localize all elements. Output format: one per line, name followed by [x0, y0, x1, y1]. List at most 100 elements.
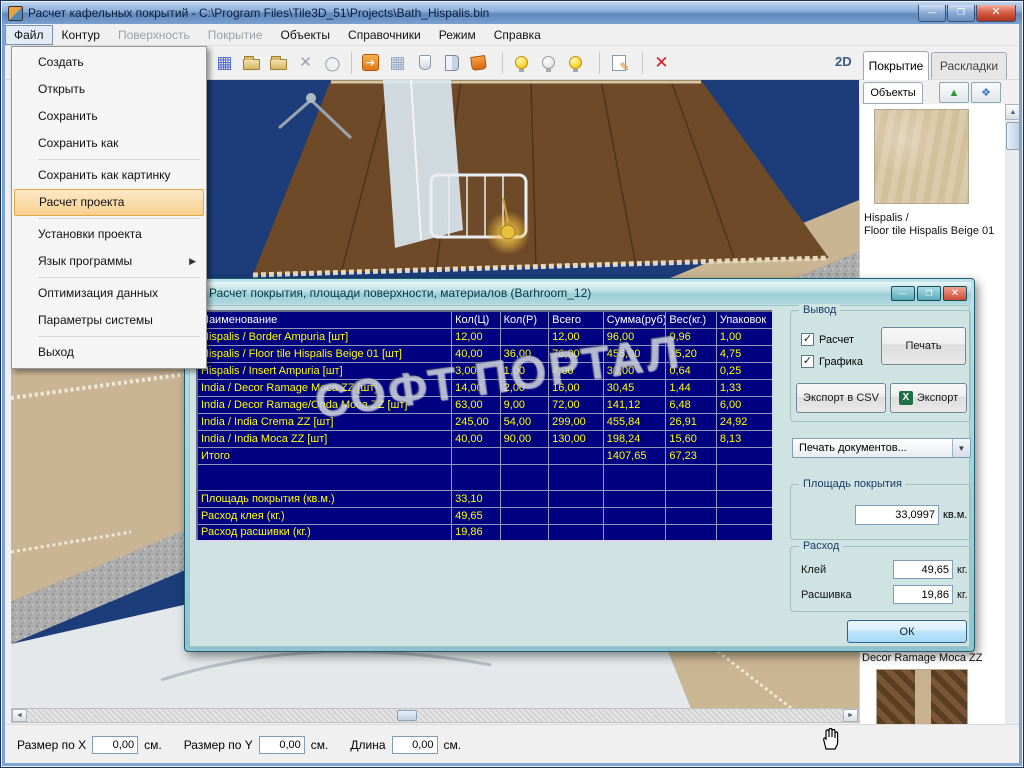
cell-qty-cut: 54,00 — [499, 412, 550, 431]
edit-notes-button[interactable] — [605, 49, 632, 76]
minimize-button[interactable] — [918, 4, 946, 22]
scroll-up-button[interactable]: ▲ — [1005, 104, 1021, 120]
menu-item-project-settings[interactable]: Установки проекта — [14, 221, 204, 248]
delete-button[interactable]: ✕ — [648, 49, 675, 76]
scroll-right-button[interactable]: ► — [843, 709, 858, 722]
menu-item-project-calc[interactable]: Расчет проекта — [14, 189, 204, 216]
size-x-input[interactable] — [92, 736, 139, 754]
menu-item-exit[interactable]: Выход — [14, 339, 204, 366]
menu-mode[interactable]: Режим — [430, 25, 485, 45]
menu-item-data-optimization[interactable]: Оптимизация данных — [14, 280, 204, 307]
table-row[interactable]: India / India Crema ZZ [шт] 245,00 54,00… — [196, 412, 774, 431]
coverage-area-input[interactable] — [855, 505, 939, 525]
menu-item-save[interactable]: Сохранить — [14, 103, 204, 130]
dialog-minimize-button[interactable] — [891, 285, 915, 301]
view-mode-button[interactable]: ❖ — [971, 82, 1001, 103]
export-csv-button[interactable]: Экспорт в CSV — [796, 383, 886, 413]
unit-label: см. — [443, 738, 462, 752]
table-row[interactable]: India / India Moca ZZ [шт] 40,00 90,00 1… — [196, 429, 774, 448]
col-header: Вес(кг.) — [665, 310, 717, 329]
table-row[interactable]: Расход клея (кг.) 49,65 — [196, 506, 774, 525]
table-row[interactable]: India / Decor Ramage/Onda Moca ZZ [шт] 6… — [196, 395, 774, 414]
table-row[interactable]: Hispalis / Floor tile Hispalis Beige 01 … — [196, 344, 774, 363]
menu-file[interactable]: Файл — [5, 24, 53, 45]
table-tool-button[interactable]: ▦ — [384, 49, 411, 76]
dialog-close-button[interactable] — [943, 285, 967, 301]
menu-item-save-as[interactable]: Сохранить как — [14, 130, 204, 157]
scroll-left-button[interactable]: ◄ — [12, 709, 27, 722]
print-button[interactable]: Печать — [881, 327, 966, 365]
horizontal-scrollbar[interactable]: ◄ ► — [11, 708, 859, 723]
tab-covering[interactable]: Покрытие — [863, 51, 929, 80]
view-2d-label[interactable]: 2D — [835, 54, 852, 69]
vscroll-thumb[interactable] — [1006, 122, 1020, 150]
menu-contour[interactable]: Контур — [53, 25, 109, 45]
cell-qty-whole: 49,65 — [451, 506, 501, 525]
export-run-button[interactable] — [357, 49, 384, 76]
pitcher-tool-button[interactable] — [411, 49, 438, 76]
light1-button[interactable] — [508, 49, 535, 76]
checkbox-checked-icon[interactable] — [801, 355, 814, 368]
table-row[interactable]: Hispalis / Insert Ampuria [шт] 3,00 1,00… — [196, 361, 774, 380]
title-bar[interactable]: Расчет кафельных покрытий - C:\Program F… — [2, 2, 1022, 24]
print-documents-combo[interactable]: Печать документов... ▼ — [792, 438, 971, 458]
table-row[interactable]: Hispalis / Border Ampuria [шт] 12,00 12,… — [196, 327, 774, 346]
dialog-title-bar[interactable]: Расчет покрытия, площади поверхности, ма… — [188, 282, 971, 304]
menu-objects[interactable]: Объекты — [272, 25, 340, 45]
unit-label: кг. — [957, 589, 968, 601]
menu-separator — [38, 218, 200, 219]
cell-qty-whole: 19,86 — [451, 523, 501, 542]
fill-tool-button[interactable] — [465, 49, 492, 76]
cell-weight — [665, 463, 717, 491]
clear-selection-button[interactable]: ✕ — [292, 49, 319, 76]
menu-help[interactable]: Справка — [485, 25, 550, 45]
menu-item-language[interactable]: Язык программы ▶ — [14, 248, 204, 275]
light2-button[interactable] — [535, 49, 562, 76]
menu-item-save-as-picture[interactable]: Сохранить как картинку — [14, 162, 204, 189]
cell-sum: 96,00 — [602, 327, 667, 346]
maximize-button[interactable] — [947, 4, 975, 22]
checkbox-checked-icon[interactable] — [801, 333, 814, 346]
dialog-title: Расчет покрытия, площади поверхности, ма… — [209, 286, 592, 300]
catalog-tool-button[interactable] — [438, 49, 465, 76]
grid-tool-button[interactable]: ▦ — [211, 49, 238, 76]
calc-checkbox[interactable]: Расчет — [801, 333, 854, 346]
table-row[interactable] — [196, 463, 774, 491]
chevron-down-icon[interactable]: ▼ — [952, 439, 970, 457]
table-row[interactable]: Расход расшивки (кг.) 19,86 — [196, 523, 774, 542]
cell-packages: 0,25 — [715, 361, 774, 380]
export-excel-button[interactable]: X Экспорт — [890, 383, 967, 413]
close-button[interactable] — [976, 4, 1016, 22]
menu-item-new[interactable]: Создать — [14, 49, 204, 76]
menu-catalogs[interactable]: Справочники — [339, 25, 430, 45]
grout-input[interactable] — [893, 585, 953, 604]
size-y-input[interactable] — [258, 736, 305, 754]
menu-item-open[interactable]: Открыть — [14, 76, 204, 103]
edit-page-icon — [611, 54, 630, 74]
cell-name: India / India Moca ZZ [шт] — [196, 429, 453, 448]
table-row[interactable]: Площадь покрытия (кв.м.) 33,10 — [196, 489, 774, 508]
open-scene-button[interactable] — [238, 49, 265, 76]
cell-sum — [602, 489, 667, 508]
dialog-maximize-button[interactable] — [917, 285, 941, 301]
lasso-tool-button[interactable]: ◯ — [319, 49, 346, 76]
submenu-arrow-icon: ▶ — [189, 256, 196, 266]
cell-total — [548, 489, 604, 508]
up-level-button[interactable]: ▲ — [939, 82, 969, 103]
save-scene-button[interactable] — [265, 49, 292, 76]
ok-button[interactable]: ОК — [847, 620, 967, 643]
tile-thumbnail-hispalis[interactable] — [874, 109, 969, 204]
table-row[interactable]: Итого 1407,65 67,23 — [196, 446, 774, 465]
delete-x-icon: ✕ — [654, 53, 669, 72]
menu-item-system-params[interactable]: Параметры системы — [14, 307, 204, 334]
glue-input[interactable] — [893, 560, 953, 579]
light3-button[interactable] — [562, 49, 589, 76]
hscroll-thumb[interactable] — [397, 710, 417, 721]
tab-layouts[interactable]: Раскладки — [931, 52, 1007, 79]
vertical-scrollbar[interactable]: ▲ ▼ — [1005, 104, 1021, 766]
tab-objects[interactable]: Объекты — [863, 82, 923, 104]
graphics-checkbox[interactable]: Графика — [801, 355, 863, 368]
length-input[interactable] — [391, 736, 438, 754]
table-row[interactable]: India / Decor Ramage Moca ZZ [шт] 14,00 … — [196, 378, 774, 397]
menu-separator — [38, 159, 200, 160]
